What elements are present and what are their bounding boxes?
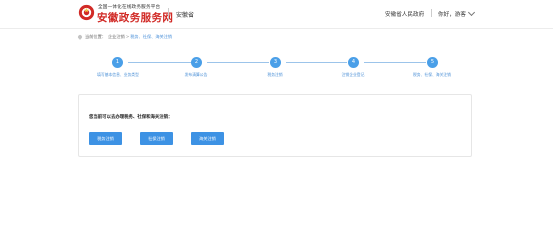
step-2-label: 发布清算公告 [184,72,208,77]
breadcrumb-current: 税务、社保、海关注销 [130,33,173,39]
tax-deregistration-button[interactable]: 税务注销 [89,132,122,145]
step-5-label: 税务、社保、海关注销 [413,72,451,77]
customs-deregistration-button[interactable]: 海关注销 [191,132,224,145]
header-divider [431,9,432,17]
step-connector [286,62,347,63]
step-4-circle: 4 [348,57,359,68]
emblem-logo-icon[interactable] [78,4,95,21]
deregistration-panel: 您当前可以去办理税务、社保和海关注销： 税务注销 社保注销 海关注销 [78,94,472,157]
step-3-label: 税务注销 [267,72,283,77]
logo-divider [168,8,169,21]
progress-steps: 1 2 3 4 5 填写基本信息、业务类型 发布清算公告 税务注销 注销企业登记… [0,50,553,90]
region-selector[interactable]: 安徽省 [176,10,194,19]
step-4-label: 注销企业登记 [341,72,365,77]
breadcrumb-parent[interactable]: 企业注销 [108,34,125,40]
breadcrumb-separator: > [125,34,130,39]
social-security-deregistration-button[interactable]: 社保注销 [140,132,173,145]
breadcrumb: 当前位置： 企业注销 > 税务、社保、海关注销 [77,33,173,40]
step-3-circle: 3 [270,57,281,68]
location-icon [77,33,83,40]
panel-prompt: 您当前可以去办理税务、社保和海关注销： [89,115,173,120]
breadcrumb-prefix: 当前位置： [85,33,106,39]
step-connector [128,62,191,63]
step-2-circle: 2 [191,57,202,68]
logo-title[interactable]: 安徽政务服务网 [97,10,173,25]
step-connector [207,62,269,63]
step-1-circle: 1 [112,57,123,68]
user-menu[interactable]: 你好，游客 [438,8,476,18]
step-5-circle: 5 [427,57,438,68]
provincial-government-link[interactable]: 安徽省人民政府 [385,10,424,18]
site-header: 全国一体化在线政务服务平台 安徽政务服务网 安徽省 安徽省人民政府 你好，游客 [0,0,553,29]
step-connector [364,62,426,63]
chevron-down-icon [467,8,476,17]
step-1-label: 填写基本信息、业务类型 [97,72,139,77]
user-greeting: 你好，游客 [438,11,466,18]
